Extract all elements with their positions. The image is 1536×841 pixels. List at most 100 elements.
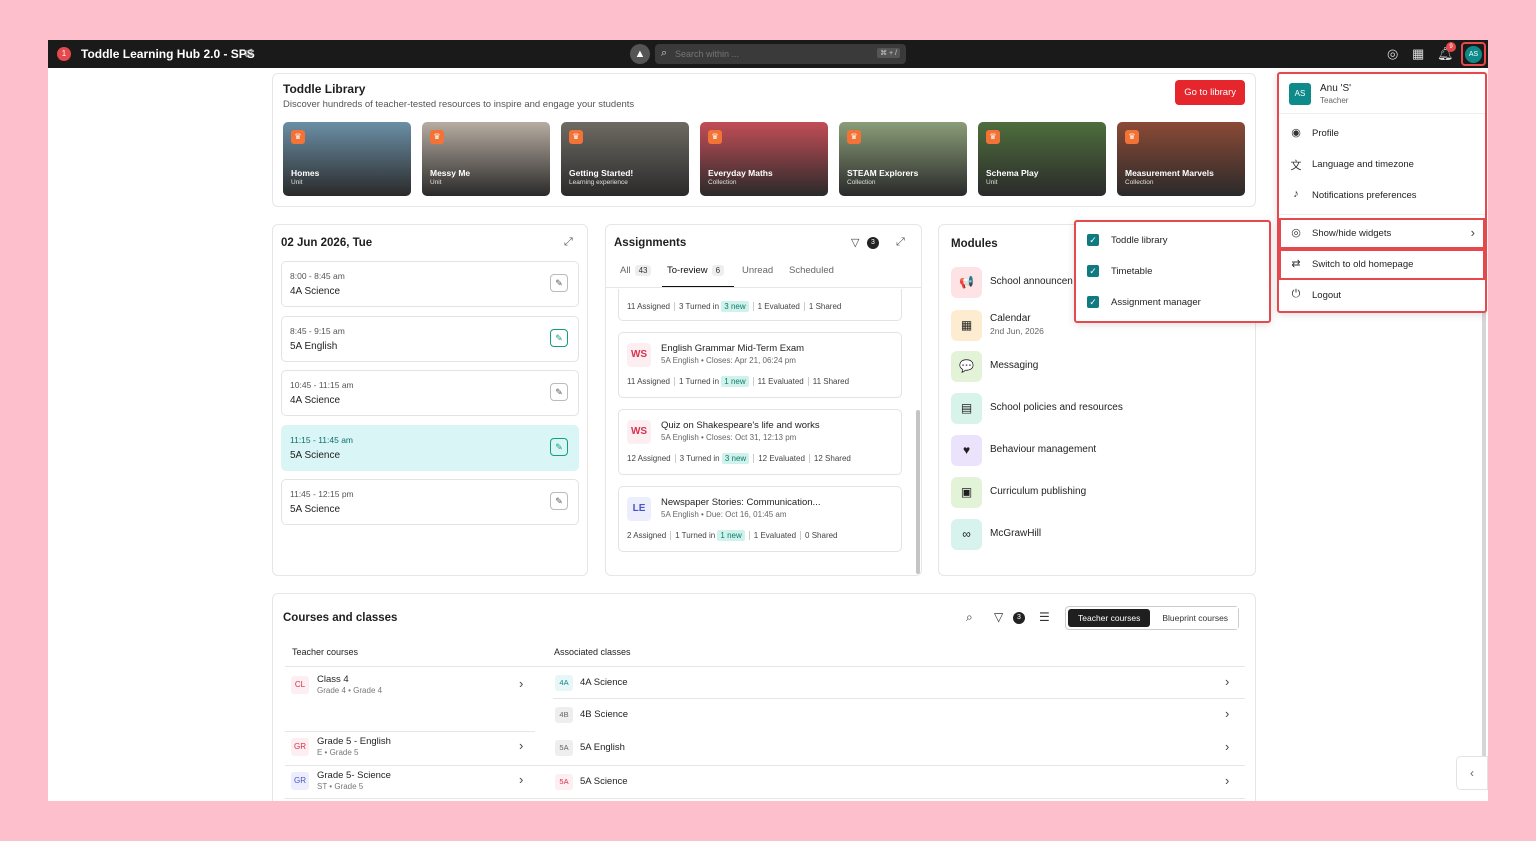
go-to-library-button[interactable]: Go to library bbox=[1175, 80, 1245, 105]
tab-to-review[interactable]: To-review 6 bbox=[667, 265, 725, 276]
library-tile[interactable]: ♛ Schema Play Unit bbox=[978, 122, 1106, 196]
class-row[interactable]: 5A 5A Science bbox=[555, 774, 1245, 794]
global-search[interactable]: ⌕ ⌘ + / bbox=[655, 44, 906, 64]
assignments-scrollbar[interactable] bbox=[916, 410, 920, 574]
library-tile[interactable]: ♛ Measurement Marvels Collection bbox=[1117, 122, 1245, 196]
divider bbox=[285, 666, 1245, 667]
library-tile[interactable]: ♛ Homes Unit bbox=[283, 122, 411, 196]
search-shortcut: ⌘ + / bbox=[877, 48, 900, 58]
assignment-card[interactable]: LE Newspaper Stories: Communication... 5A … bbox=[618, 486, 902, 552]
checkbox-checked-icon[interactable]: ✓ bbox=[1087, 265, 1099, 277]
library-tile[interactable]: ♛ STEAM Explorers Collection bbox=[839, 122, 967, 196]
menu-item-label: Switch to old homepage bbox=[1312, 259, 1414, 270]
module-name: McGrawHill bbox=[990, 528, 1042, 539]
user-circle-icon: ◉ bbox=[1291, 127, 1301, 139]
book-icon: ▣ bbox=[951, 477, 982, 508]
crown-icon: ♛ bbox=[1125, 130, 1139, 144]
profile-avatar-button[interactable]: AS bbox=[1461, 42, 1486, 66]
crown-icon: ♛ bbox=[708, 130, 722, 144]
assignment-meta: 5A English • Due: Oct 16, 01:45 am bbox=[661, 510, 787, 519]
collapse-sidebar-button[interactable]: ‹ bbox=[1456, 756, 1488, 790]
attendance-icon[interactable]: ✎ bbox=[550, 274, 568, 292]
filter-icon[interactable]: ▽ bbox=[994, 610, 1003, 624]
module-name: Calendar bbox=[990, 313, 1031, 324]
attendance-icon[interactable]: ✎ bbox=[550, 383, 568, 401]
menu-item-logout[interactable]: ⏻ Logout bbox=[1279, 280, 1485, 311]
course-type-toggle: Teacher courses Blueprint courses bbox=[1065, 606, 1240, 630]
chevron-right-icon[interactable]: › bbox=[519, 738, 523, 753]
tile-type: Collection bbox=[1125, 179, 1154, 186]
expand-icon[interactable]: ⤢ bbox=[896, 236, 905, 249]
module-item[interactable]: ▤ School policies and resources bbox=[951, 393, 1251, 425]
assignments-widget: Assignments ▽ 3 ⤢ All 43 To-review 6 Unrea… bbox=[605, 224, 922, 576]
library-tile[interactable]: ♛ Messy Me Unit bbox=[422, 122, 550, 196]
class-row[interactable]: 4B 4B Science bbox=[555, 707, 1245, 727]
tile-type: Collection bbox=[708, 179, 737, 186]
attendance-icon[interactable]: ✎ bbox=[550, 492, 568, 510]
switch-app-icon[interactable]: ⇄ bbox=[244, 46, 254, 60]
chevron-right-icon[interactable]: › bbox=[519, 772, 523, 787]
library-tile[interactable]: ♛ Everyday Maths Collection bbox=[700, 122, 828, 196]
crown-icon: ♛ bbox=[986, 130, 1000, 144]
chevron-right-icon[interactable]: › bbox=[1225, 773, 1229, 788]
timetable-slot[interactable]: 11:45 - 12:15 pm 5A Science ✎ bbox=[281, 479, 579, 525]
lightbulb-icon[interactable]: ◎ bbox=[1387, 46, 1398, 62]
class-badge: 4A bbox=[555, 675, 573, 691]
tile-name: Homes bbox=[291, 168, 320, 178]
slot-time: 11:15 - 11:45 am bbox=[290, 434, 354, 445]
tab-scheduled[interactable]: Scheduled bbox=[789, 265, 834, 276]
crown-icon: ♛ bbox=[847, 130, 861, 144]
app-logo-badge[interactable]: 1 bbox=[57, 47, 71, 61]
menu-item-switch-homepage[interactable]: ⇄ Switch to old homepage bbox=[1279, 249, 1485, 280]
timetable-slot[interactable]: 8:00 - 8:45 am 4A Science ✎ bbox=[281, 261, 579, 307]
checkbox-checked-icon[interactable]: ✓ bbox=[1087, 296, 1099, 308]
search-icon[interactable]: ⌕ bbox=[966, 610, 973, 625]
power-icon: ⏻ bbox=[1291, 288, 1301, 300]
menu-item-notifications[interactable]: ♪ Notifications preferences bbox=[1279, 180, 1485, 211]
app-title[interactable]: Toddle Learning Hub 2.0 - SPS bbox=[81, 47, 255, 61]
search-input[interactable] bbox=[675, 46, 835, 62]
menu-item-profile[interactable]: ◉ Profile bbox=[1279, 118, 1485, 149]
chevron-right-icon[interactable]: › bbox=[1225, 674, 1229, 689]
timetable-slot[interactable]: 10:45 - 11:15 am 4A Science ✎ bbox=[281, 370, 579, 416]
menu-item-show-hide-widgets[interactable]: ◎ Show/hide widgets › bbox=[1279, 218, 1485, 249]
column-header-teacher-courses: Teacher courses bbox=[292, 647, 359, 657]
module-item[interactable]: ♥ Behaviour management bbox=[951, 435, 1251, 467]
divider bbox=[285, 798, 1245, 799]
tab-all[interactable]: All 43 bbox=[620, 265, 652, 276]
settings-sliders-icon[interactable]: ☰ bbox=[1039, 610, 1050, 624]
blueprint-courses-button[interactable]: Blueprint courses bbox=[1152, 607, 1239, 629]
checkbox-checked-icon[interactable]: ✓ bbox=[1087, 234, 1099, 246]
chevron-right-icon[interactable]: › bbox=[519, 676, 523, 691]
class-row[interactable]: 4A 4A Science bbox=[555, 675, 1245, 695]
crown-icon: ♛ bbox=[291, 130, 305, 144]
assignment-card[interactable]: WS English Grammar Mid-Term Exam 5A Englis… bbox=[618, 332, 902, 398]
assignment-type-badge: LE bbox=[627, 497, 651, 521]
library-tile[interactable]: ♛ Getting Started! Learning experience bbox=[561, 122, 689, 196]
teacher-courses-button[interactable]: Teacher courses bbox=[1068, 609, 1151, 627]
calendar-icon[interactable]: ▦ bbox=[1412, 46, 1424, 62]
filter-icon[interactable]: ▽ bbox=[851, 236, 859, 249]
megaphone-icon: 📢 bbox=[951, 267, 982, 298]
attendance-icon[interactable]: ✎ bbox=[550, 328, 568, 347]
timetable-slot[interactable]: 11:15 - 11:45 am 5A Science ✎ bbox=[281, 424, 579, 471]
attendance-icon[interactable]: ✎ bbox=[550, 437, 568, 456]
chevron-right-icon[interactable]: › bbox=[1225, 739, 1229, 754]
widgets-submenu: ✓ Toddle library ✓ Timetable ✓ Assignmen… bbox=[1074, 220, 1271, 323]
assignment-stats: 11 Assigned 3 Turned in 3 new 1 Evaluated 1… bbox=[627, 301, 842, 312]
rocket-icon[interactable]: ▲ bbox=[630, 44, 650, 64]
calendar-icon: ▦ bbox=[951, 310, 982, 341]
assignment-card[interactable]: WS Quiz on Shakespeare's life and works 5A… bbox=[618, 409, 902, 475]
slot-class: 5A Science bbox=[290, 504, 341, 515]
chevron-right-icon[interactable]: › bbox=[1225, 706, 1229, 721]
menu-item-language[interactable]: 文 Language and timezone bbox=[1279, 149, 1485, 180]
column-header-associated-classes: Associated classes bbox=[554, 647, 631, 657]
class-row[interactable]: 5A 5A English bbox=[555, 740, 1245, 760]
tab-unread[interactable]: Unread bbox=[742, 265, 773, 276]
module-item[interactable]: ▣ Curriculum publishing bbox=[951, 477, 1251, 509]
expand-icon[interactable]: ⤢ bbox=[564, 236, 573, 249]
timetable-slot[interactable]: 8:45 - 9:15 am 5A English ✎ bbox=[281, 315, 579, 362]
module-item[interactable]: 💬 Messaging bbox=[951, 351, 1251, 383]
module-item[interactable]: ∞ McGrawHill bbox=[951, 519, 1251, 551]
bell-settings-icon: ♪ bbox=[1293, 188, 1299, 200]
